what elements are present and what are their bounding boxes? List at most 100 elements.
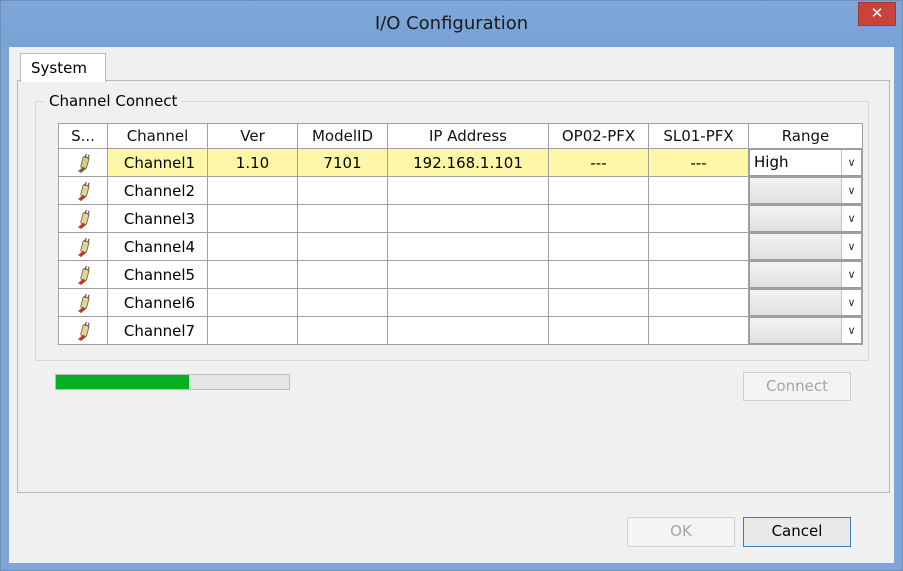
cell-ver[interactable]: 1.10: [207, 148, 298, 177]
status-cell: [58, 288, 108, 317]
cell-model-id[interactable]: [297, 176, 388, 205]
chevron-down-icon: ∨: [841, 206, 861, 231]
cell-channel[interactable]: Channel7: [107, 316, 208, 345]
cell-ver[interactable]: [207, 288, 298, 317]
channel-table: S... Channel Ver ModelID IP Address OP02…: [58, 123, 863, 345]
tab-system-label: System: [31, 59, 87, 77]
cell-ver[interactable]: [207, 316, 298, 345]
column-header-modelid[interactable]: ModelID: [297, 123, 388, 149]
cell-channel[interactable]: Channel1: [107, 148, 208, 177]
column-header-ver[interactable]: Ver: [207, 123, 298, 149]
chevron-down-icon: ∨: [841, 262, 861, 287]
status-cell: [58, 176, 108, 205]
range-dropdown[interactable]: ∨: [749, 261, 862, 288]
cell-sl01[interactable]: [648, 316, 749, 345]
cell-op02[interactable]: [548, 204, 649, 233]
status-cell: [58, 232, 108, 261]
status-cell: [58, 260, 108, 289]
cell-model-id[interactable]: [297, 316, 388, 345]
cell-op02[interactable]: [548, 176, 649, 205]
cell-ver[interactable]: [207, 176, 298, 205]
cell-sl01[interactable]: ---: [648, 148, 749, 177]
cell-ip[interactable]: [387, 204, 549, 233]
cell-channel[interactable]: Channel5: [107, 260, 208, 289]
cell-ip[interactable]: [387, 288, 549, 317]
cell-sl01[interactable]: [648, 260, 749, 289]
cell-ip[interactable]: [387, 232, 549, 261]
close-button[interactable]: ✕: [858, 2, 896, 26]
plug-disconnected-icon: [74, 321, 92, 341]
range-cell: ∨: [748, 232, 863, 261]
cell-model-id[interactable]: [297, 232, 388, 261]
cell-model-id[interactable]: [297, 288, 388, 317]
ok-button[interactable]: OK: [627, 517, 735, 547]
progress-fill: [56, 375, 189, 389]
window-title: I/O Configuration: [374, 13, 529, 34]
plug-disconnected-icon: [74, 293, 92, 313]
channel-connect-label: Channel Connect: [45, 92, 182, 110]
cell-ip[interactable]: 192.168.1.101: [387, 148, 549, 177]
cell-op02[interactable]: [548, 260, 649, 289]
cell-channel[interactable]: Channel3: [107, 204, 208, 233]
range-dropdown[interactable]: ∨: [749, 205, 862, 232]
column-header-op02-pfx[interactable]: OP02-PFX: [548, 123, 649, 149]
cell-op02[interactable]: [548, 316, 649, 345]
column-header-channel[interactable]: Channel: [107, 123, 208, 149]
cell-sl01[interactable]: [648, 176, 749, 205]
cell-ip[interactable]: [387, 260, 549, 289]
column-header-sl01-pfx[interactable]: SL01-PFX: [648, 123, 749, 149]
chevron-down-icon: ∨: [841, 150, 861, 175]
column-header-status[interactable]: S...: [58, 123, 108, 149]
column-header-ip-address[interactable]: IP Address: [387, 123, 549, 149]
cell-ip[interactable]: [387, 316, 549, 345]
chevron-down-icon: ∨: [841, 318, 861, 343]
title-bar[interactable]: I/O Configuration ✕: [1, 1, 902, 47]
range-dropdown[interactable]: High ∨: [749, 149, 862, 176]
range-dropdown[interactable]: ∨: [749, 317, 862, 344]
cell-ver[interactable]: [207, 204, 298, 233]
cell-channel[interactable]: Channel6: [107, 288, 208, 317]
range-dropdown[interactable]: ∨: [749, 177, 862, 204]
range-cell: ∨: [748, 288, 863, 317]
cell-sl01[interactable]: [648, 288, 749, 317]
table-row[interactable]: Channel2 ∨: [58, 176, 863, 205]
plug-disconnected-icon: [74, 237, 92, 257]
cell-channel[interactable]: Channel2: [107, 176, 208, 205]
plug-disconnected-icon: [74, 209, 92, 229]
cell-sl01[interactable]: [648, 204, 749, 233]
chevron-down-icon: ∨: [841, 290, 861, 315]
chevron-down-icon: ∨: [841, 234, 861, 259]
connection-progress-bar: [55, 374, 290, 390]
chevron-down-icon: ∨: [841, 178, 861, 203]
cell-op02[interactable]: [548, 232, 649, 261]
cell-channel[interactable]: Channel4: [107, 232, 208, 261]
range-cell: ∨: [748, 260, 863, 289]
close-icon: ✕: [870, 4, 884, 22]
cell-sl01[interactable]: [648, 232, 749, 261]
range-dropdown[interactable]: ∨: [749, 289, 862, 316]
cell-ip[interactable]: [387, 176, 549, 205]
table-row[interactable]: Channel7 ∨: [58, 316, 863, 345]
connect-button[interactable]: Connect: [743, 372, 851, 401]
table-row[interactable]: Channel5 ∨: [58, 260, 863, 289]
table-row[interactable]: Channel3 ∨: [58, 204, 863, 233]
tab-system[interactable]: System: [20, 53, 106, 82]
table-row[interactable]: Channel6 ∨: [58, 288, 863, 317]
range-cell: ∨: [748, 176, 863, 205]
cell-model-id[interactable]: 7101: [297, 148, 388, 177]
cell-op02[interactable]: [548, 288, 649, 317]
cell-ver[interactable]: [207, 232, 298, 261]
table-row[interactable]: Channel4 ∨: [58, 232, 863, 261]
dialog-window: I/O Configuration ✕ System Channel Conne…: [0, 0, 903, 571]
cell-model-id[interactable]: [297, 260, 388, 289]
cell-op02[interactable]: ---: [548, 148, 649, 177]
status-cell: [58, 204, 108, 233]
cell-ver[interactable]: [207, 260, 298, 289]
table-row[interactable]: Channel1 1.10 7101 192.168.1.101 --- --- High…: [58, 148, 863, 177]
column-header-range[interactable]: Range: [748, 123, 863, 149]
range-dropdown[interactable]: ∨: [749, 233, 862, 260]
range-cell: High ∨: [748, 148, 863, 177]
range-value: High: [754, 153, 789, 171]
cancel-button[interactable]: Cancel: [743, 517, 851, 547]
cell-model-id[interactable]: [297, 204, 388, 233]
